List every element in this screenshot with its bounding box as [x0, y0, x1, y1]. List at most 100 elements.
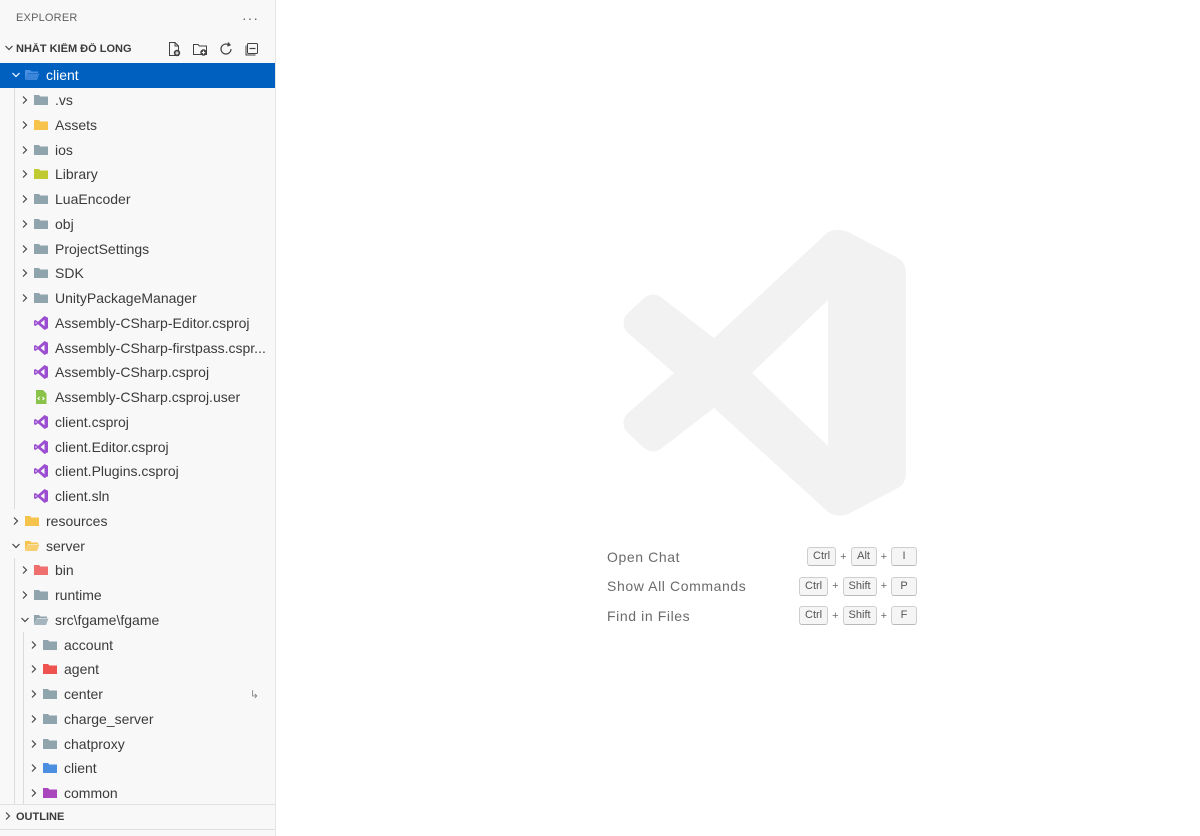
tree-folder-row[interactable]: LuaEncoder — [0, 186, 275, 212]
indent-guide — [14, 483, 15, 509]
refresh-icon[interactable] — [217, 40, 235, 58]
folder-client-icon — [24, 67, 40, 83]
tree-folder-row[interactable]: agent — [0, 657, 275, 682]
chevron-right-icon[interactable] — [17, 191, 33, 207]
folder-icon — [42, 637, 58, 653]
chevron-right-icon[interactable] — [0, 811, 16, 824]
folder-icon — [42, 736, 58, 752]
tree-folder-row[interactable]: runtime — [0, 582, 275, 608]
tree-folder-row[interactable]: obj — [0, 211, 275, 237]
folder-agent-icon — [42, 661, 58, 677]
chevron-right-icon[interactable] — [17, 290, 33, 306]
tree-file-row[interactable]: Assembly-CSharp.csproj.user — [0, 384, 275, 410]
explorer-sidebar: EXPLORER ··· NHẤT KIẾM ĐỒ LONG client .vs… — [0, 0, 276, 836]
chevron-right-icon[interactable] — [26, 736, 42, 752]
indent-guide — [14, 384, 15, 410]
tree-folder-row[interactable]: charge_server — [0, 706, 275, 732]
editor-area: Open Chat Ctrl + Alt + I Show All Commands Ctrl… — [276, 0, 1200, 836]
tree-folder-row[interactable]: UnityPackageManager — [0, 285, 275, 311]
chevron-right-icon[interactable] — [17, 92, 33, 108]
tree-file-row[interactable]: client.Editor.csproj — [0, 434, 275, 459]
shortcut-row[interactable]: Show All Commands Ctrl + Shift + P — [607, 572, 917, 602]
indent-guide — [14, 112, 15, 138]
chevron-right-icon[interactable] — [8, 513, 24, 529]
workspace-section-header[interactable]: NHẤT KIẾM ĐỒ LONG — [0, 35, 275, 63]
tree-folder-row[interactable]: Library — [0, 162, 275, 187]
chevron-right-icon[interactable] — [17, 241, 33, 257]
indent-guide — [14, 632, 15, 657]
chevron-right-icon[interactable] — [17, 142, 33, 158]
chevron-right-icon[interactable] — [17, 265, 33, 281]
tree-file-row[interactable]: client.Plugins.csproj — [0, 459, 275, 484]
tree-item-label: client.csproj — [55, 413, 129, 430]
tree-file-row[interactable]: client.csproj — [0, 409, 275, 435]
chevron-right-icon[interactable] — [17, 587, 33, 603]
shortcut-label[interactable]: Open Chat — [607, 549, 680, 565]
chevron-right-icon[interactable] — [26, 760, 42, 776]
tree-folder-row[interactable]: server — [0, 533, 275, 558]
tree-file-row[interactable]: client.sln — [0, 483, 275, 509]
indent-guide — [14, 162, 15, 187]
shortcut-label[interactable]: Find in Files — [607, 608, 690, 624]
tree-folder-row[interactable]: client — [0, 63, 275, 88]
tree-folder-row[interactable]: resources — [0, 509, 275, 534]
tree-folder-row[interactable]: chatproxy — [0, 731, 275, 756]
indent-guide — [14, 706, 15, 732]
chevron-right-icon[interactable] — [26, 637, 42, 653]
tree-folder-row[interactable]: SDK — [0, 261, 275, 286]
chevron-right-icon[interactable] — [17, 166, 33, 182]
key-separator: + — [832, 580, 839, 593]
keyboard-key: Ctrl — [799, 606, 829, 626]
tree-folder-row[interactable]: account — [0, 632, 275, 657]
chevron-right-icon[interactable] — [26, 686, 42, 702]
chevron-right-icon[interactable] — [17, 562, 33, 578]
chevron-right-icon[interactable] — [17, 117, 33, 133]
shortcut-row[interactable]: Open Chat Ctrl + Alt + I — [607, 542, 917, 572]
tree-folder-row[interactable]: ProjectSettings — [0, 236, 275, 261]
tree-folder-row[interactable]: src\fgame\fgame — [0, 607, 275, 633]
chevron-down-icon[interactable] — [8, 538, 24, 554]
chevron-right-icon[interactable] — [17, 216, 33, 232]
tree-folder-row[interactable]: center ↳ — [0, 681, 275, 707]
tree-file-row[interactable]: Assembly-CSharp-Editor.csproj — [0, 310, 275, 336]
indent-guide — [14, 211, 15, 237]
tree-file-row[interactable]: Assembly-CSharp.csproj — [0, 360, 275, 385]
tree-folder-row[interactable]: ios — [0, 137, 275, 162]
tree-folder-row[interactable]: Assets — [0, 112, 275, 138]
workspace-title: NHẤT KIẾM ĐỒ LONG — [16, 43, 132, 55]
folder-icon — [42, 711, 58, 727]
tree-folder-row[interactable]: .vs — [0, 87, 275, 113]
indent-guide — [14, 558, 15, 583]
indent-guide — [14, 360, 15, 385]
new-file-icon[interactable] — [165, 40, 183, 58]
tree-folder-row[interactable]: bin — [0, 558, 275, 583]
tree-folder-row[interactable]: common — [0, 780, 275, 806]
tree-file-row[interactable]: Assembly-CSharp-firstpass.cspr... — [0, 335, 275, 360]
indent-guide — [14, 409, 15, 435]
tree-item-label: Assembly-CSharp.csproj.user — [55, 389, 241, 406]
tree-folder-row[interactable]: client — [0, 756, 275, 781]
outline-section-header[interactable]: OUTLINE — [0, 804, 275, 829]
new-folder-icon[interactable] — [191, 40, 209, 58]
chevron-down-icon[interactable] — [2, 43, 16, 56]
chevron-right-icon[interactable] — [26, 661, 42, 677]
tree-item-label: obj — [55, 215, 74, 232]
tree-item-label: ProjectSettings — [55, 240, 150, 257]
key-separator: + — [880, 580, 887, 593]
shortcut-label[interactable]: Show All Commands — [607, 578, 746, 594]
chevron-down-icon[interactable] — [17, 612, 33, 628]
timeline-section-header[interactable] — [0, 829, 275, 836]
chevron-right-icon[interactable] — [26, 711, 42, 727]
tree-item-label: Assembly-CSharp.csproj — [55, 364, 210, 381]
tree-item-label: UnityPackageManager — [55, 290, 197, 307]
folder-icon — [42, 686, 58, 702]
chevron-down-icon[interactable] — [8, 67, 24, 83]
indent-guide — [14, 186, 15, 212]
shortcut-row[interactable]: Find in Files Ctrl + Shift + F — [607, 601, 917, 631]
keyboard-key: Ctrl — [799, 576, 829, 596]
more-actions-icon[interactable]: ··· — [242, 10, 259, 26]
chevron-right-icon[interactable] — [26, 785, 42, 801]
tree-item-label: agent — [64, 661, 100, 678]
collapse-all-icon[interactable] — [243, 40, 261, 58]
